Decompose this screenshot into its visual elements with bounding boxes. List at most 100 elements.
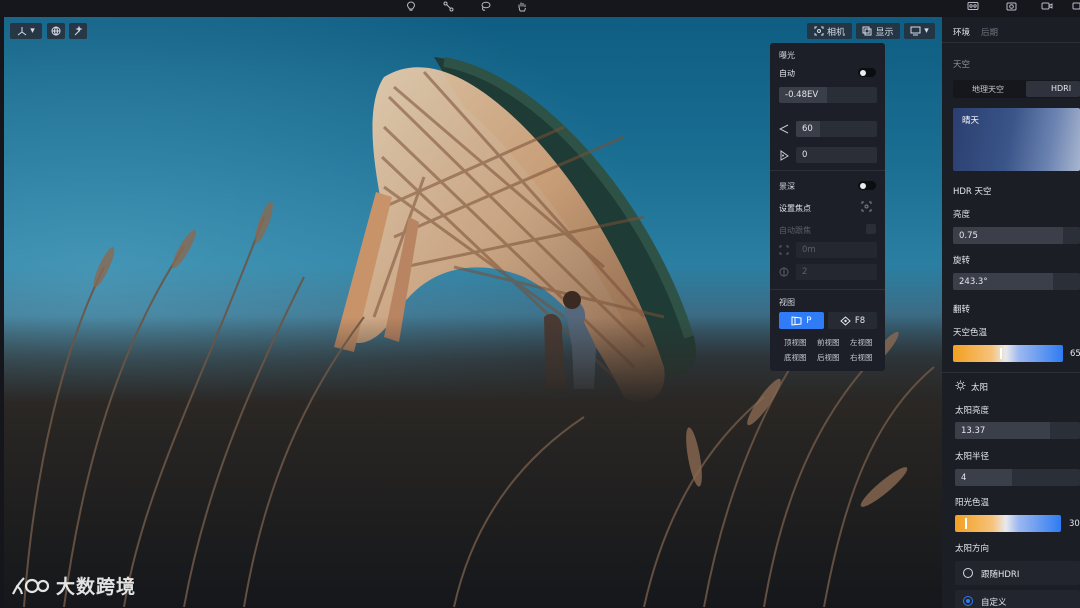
exposure-value: -0.48EV xyxy=(785,90,819,100)
sun-radius-value: 4 xyxy=(961,472,967,483)
auto-follow-checkbox[interactable] xyxy=(866,224,876,234)
sun-brightness-value: 13.37 xyxy=(961,425,986,436)
view-bottom[interactable]: 底视图 xyxy=(784,352,807,363)
sun-direction-label: 太阳方向 xyxy=(955,544,990,554)
display-button-label: 显示 xyxy=(875,27,894,38)
screen-icon xyxy=(910,26,921,36)
follow-hdri-radio[interactable] xyxy=(963,568,973,578)
focus-target-icon[interactable] xyxy=(861,201,872,215)
preset-name: 晴天 xyxy=(962,116,980,126)
view-top[interactable]: 顶视图 xyxy=(784,337,807,348)
camera-button-label: 相机 xyxy=(826,27,845,38)
chevron-down-icon: ▾ xyxy=(924,26,929,36)
perspective-button[interactable]: P xyxy=(779,312,824,329)
tab-post[interactable]: 后期 xyxy=(981,26,998,38)
chevron-down-icon: ▾ xyxy=(30,26,35,36)
lasso-icon[interactable] xyxy=(478,0,492,12)
rotate-icon xyxy=(779,150,790,164)
distance-value: 0m xyxy=(802,245,816,255)
follow-hdri-label: 跟随HDRI xyxy=(981,570,1020,580)
pen-node-icon[interactable] xyxy=(441,0,455,12)
sun-temp-value: 30 xyxy=(1069,519,1080,529)
view-right[interactable]: 右视图 xyxy=(850,352,873,363)
fov-input[interactable]: 60 xyxy=(796,121,877,137)
top-toolbar xyxy=(0,0,1080,16)
sky-mode-hdri: HDRI xyxy=(1051,84,1072,93)
custom-option[interactable] xyxy=(955,590,1080,608)
globe-button[interactable] xyxy=(47,23,65,39)
rotation-input[interactable]: 243.3° xyxy=(953,273,1080,290)
f8-icon xyxy=(840,315,851,326)
perspective-icon xyxy=(791,315,802,326)
watermark-logo xyxy=(12,576,50,594)
distance-input[interactable]: 0m xyxy=(796,242,877,258)
video-icon[interactable] xyxy=(1040,0,1054,12)
set-focus-label: 设置焦点 xyxy=(779,204,811,213)
axis-dropdown-button[interactable]: ▾ xyxy=(10,23,42,39)
auto-exposure-toggle[interactable] xyxy=(858,68,876,77)
magic-button[interactable] xyxy=(69,23,87,39)
rotation-value: 243.3° xyxy=(959,276,988,287)
dof-label: 景深 xyxy=(779,182,795,191)
hand-icon[interactable] xyxy=(515,0,529,12)
divider xyxy=(942,372,1080,373)
view-back[interactable]: 后视图 xyxy=(817,352,840,363)
sky-title: 天空 xyxy=(953,60,971,70)
rotate-value: 0 xyxy=(802,150,808,160)
perspective-label: P xyxy=(806,315,812,326)
custom-radio[interactable] xyxy=(963,596,973,606)
brightness-label: 亮度 xyxy=(953,210,971,220)
view-left[interactable]: 左视图 xyxy=(850,337,873,348)
view-title: 视图 xyxy=(779,298,795,307)
fov-icon xyxy=(778,124,789,137)
rotation-label: 旋转 xyxy=(953,256,971,266)
fov-value: 60 xyxy=(802,124,813,134)
rotate-input[interactable]: 0 xyxy=(796,147,877,163)
sun-radius-input[interactable]: 4 xyxy=(955,469,1080,486)
camera-icon[interactable] xyxy=(1004,0,1018,12)
camera-360-icon[interactable] xyxy=(966,0,980,12)
watermark-text: 大数跨境 xyxy=(56,576,137,598)
more-icon[interactable] xyxy=(1072,0,1080,12)
aperture-value: 2 xyxy=(802,267,808,277)
exposure-input[interactable]: -0.48EV xyxy=(779,87,877,103)
sky-temp-value: 65 xyxy=(1070,349,1080,359)
globe-icon xyxy=(51,26,61,36)
sun-brightness-label: 太阳亮度 xyxy=(955,406,990,416)
exposure-title: 曝光 xyxy=(779,51,795,60)
flip-label: 翻转 xyxy=(953,305,971,315)
focus-frame-icon xyxy=(814,26,824,36)
screen-dropdown-button[interactable]: ▾ xyxy=(904,23,935,39)
bulb-icon[interactable] xyxy=(404,0,418,12)
brightness-value: 0.75 xyxy=(959,230,978,241)
slider-handle[interactable] xyxy=(1000,348,1002,359)
divider xyxy=(770,170,885,171)
auto-follow-label: 自动跟焦 xyxy=(779,226,811,235)
brightness-input[interactable]: 0.75 xyxy=(953,227,1080,244)
watermark: 大数跨境 xyxy=(10,572,136,599)
sky-temp-slider[interactable] xyxy=(953,345,1063,362)
display-toggle-button[interactable]: 显示 xyxy=(856,23,900,39)
f8-button[interactable]: F8 xyxy=(828,312,877,329)
axis-icon xyxy=(17,27,27,36)
dof-toggle[interactable] xyxy=(858,181,876,190)
sky-temp-label: 天空色温 xyxy=(953,328,988,338)
sun-temp-slider[interactable] xyxy=(955,515,1061,532)
camera-toggle-button[interactable]: 相机 xyxy=(807,23,852,39)
display-icon xyxy=(862,26,872,36)
hdr-sky-label: HDR 天空 xyxy=(953,187,992,197)
aperture-input[interactable]: 2 xyxy=(796,264,877,280)
magic-icon xyxy=(74,26,83,36)
aperture-icon xyxy=(779,267,789,280)
custom-label: 自定义 xyxy=(981,598,1007,608)
view-front[interactable]: 前视图 xyxy=(817,337,840,348)
sun-brightness-input[interactable]: 13.37 xyxy=(955,422,1080,439)
slider-handle[interactable] xyxy=(965,518,967,529)
f8-label: F8 xyxy=(854,315,866,326)
divider xyxy=(942,42,1080,43)
sky-mode-geo[interactable]: 地理天空 xyxy=(972,84,1004,95)
tab-environment[interactable]: 环境 xyxy=(953,26,970,38)
divider xyxy=(770,289,885,290)
auto-exposure-label: 自动 xyxy=(779,69,795,78)
sun-label: 太阳 xyxy=(971,383,989,393)
